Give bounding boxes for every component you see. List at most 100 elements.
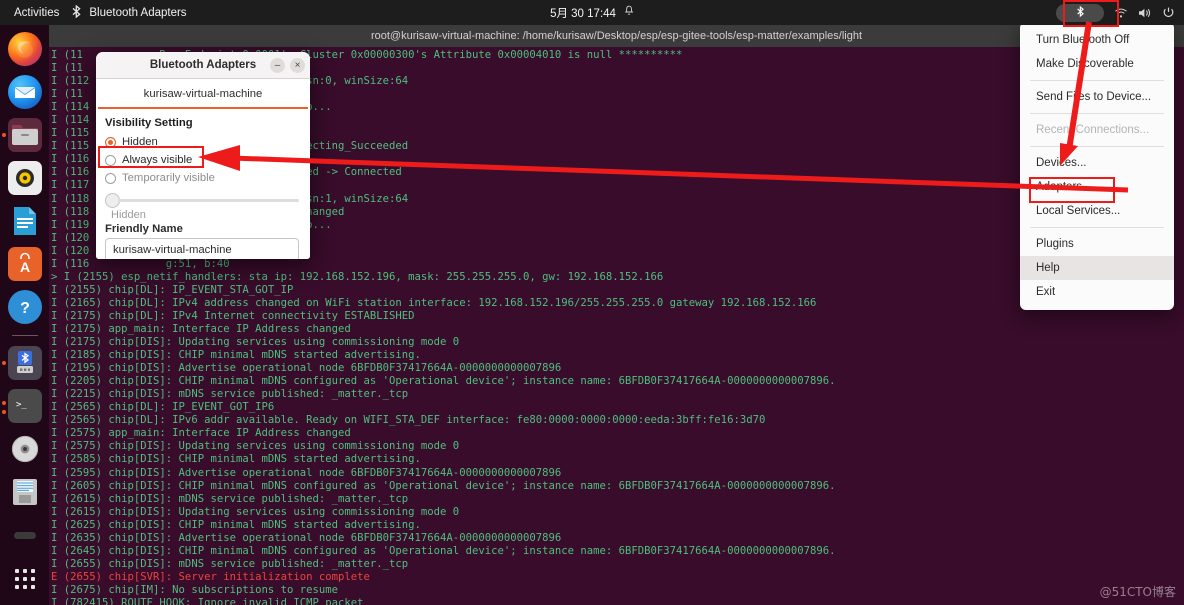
menu-item-send-files-to-device[interactable]: Send Files to Device...	[1020, 85, 1174, 109]
friendly-name-input[interactable]: kurisaw-virtual-machine	[105, 238, 299, 259]
show-applications-button[interactable]	[5, 563, 45, 596]
visibility-section-title: Visibility Setting	[105, 117, 193, 129]
dock-item-firefox[interactable]	[5, 32, 45, 66]
active-app-indicator[interactable]: Bluetooth Adapters	[71, 4, 187, 21]
menu-item-turn-bluetooth-off[interactable]: Turn Bluetooth Off	[1020, 28, 1174, 52]
watermark: @51CTO博客	[1099, 585, 1176, 599]
clock-button[interactable]: 5月 30 17:44	[550, 5, 634, 21]
power-icon[interactable]	[1161, 5, 1176, 20]
running-indicator	[1, 360, 6, 365]
active-app-label: Bluetooth Adapters	[89, 6, 187, 19]
terminal-line: I (2175) chip[DL]: IPv4 Internet connect…	[51, 309, 415, 322]
bell-icon	[624, 5, 634, 20]
radio-temporarily-visible[interactable]: Temporarily visible	[105, 169, 299, 187]
terminal-line: I (2185) chip[DIS]: CHIP minimal mDNS st…	[51, 349, 421, 362]
dialog-body: kurisaw-virtual-machine Visibility Setti…	[96, 79, 310, 259]
menu-separator	[1030, 80, 1164, 81]
files-icon	[7, 118, 42, 152]
radio-temporarily-visible-label: Temporarily visible	[122, 172, 215, 184]
dock-item-ubuntu-software[interactable]: A	[5, 247, 45, 281]
running-indicator	[1, 409, 6, 414]
radio-indicator-icon	[105, 172, 116, 184]
adapter-tab[interactable]: kurisaw-virtual-machine	[96, 79, 310, 107]
terminal-line: I (2615) chip[DIS]: Updating services us…	[51, 505, 460, 518]
radio-always-visible[interactable]: Always visible	[105, 151, 299, 169]
menu-item-recent-connections: Recent Connections...	[1036, 124, 1150, 136]
tray-bluetooth-indicator[interactable]	[1056, 3, 1104, 22]
terminal-line: I (2565) chip[DL]: IPv6 addr available. …	[51, 414, 766, 427]
terminal-line: I (2675) chip[IM]: No subscriptions to r…	[51, 583, 339, 596]
dock-item-blueman[interactable]	[1, 345, 45, 380]
terminal-title-label: root@kurisaw-virtual-machine: /home/kuri…	[370, 30, 863, 42]
bluetooth-adapters-dialog[interactable]: Bluetooth Adapters – × kurisaw-virtual-m…	[96, 52, 310, 259]
terminal-line: > I (2155) esp_netif_handlers: sta ip: 1…	[51, 270, 664, 283]
dock-item-files[interactable]	[1, 118, 45, 152]
visibility-timeout-slider[interactable]	[105, 193, 299, 208]
network-wifi-icon[interactable]	[1113, 5, 1128, 20]
terminal-line: I (2625) chip[DIS]: CHIP minimal mDNS st…	[51, 518, 421, 531]
trash-icon	[8, 518, 42, 552]
dock-item-trash[interactable]	[5, 518, 45, 552]
dialog-title-bar: Bluetooth Adapters – ×	[96, 52, 310, 79]
thunderbird-icon	[7, 75, 42, 109]
terminal-line: I (2175) chip[DIS]: Updating services us…	[51, 336, 460, 349]
dock-item-help[interactable]: ?	[5, 290, 45, 324]
terminal-line: I (2605) chip[DIS]: CHIP minimal mDNS co…	[51, 479, 836, 492]
system-tray	[1056, 3, 1176, 22]
terminal-line: I (2595) chip[DIS]: Advertise operationa…	[51, 466, 562, 479]
terminal-icon: >_	[7, 388, 42, 423]
radio-hidden-label: Hidden	[122, 136, 158, 148]
dock-item-terminal[interactable]: >_	[1, 388, 45, 423]
terminal-line: I (2575) chip[DIS]: Updating services us…	[51, 440, 460, 453]
ubuntu-software-icon: A	[7, 247, 42, 281]
radio-indicator-icon	[105, 136, 116, 148]
terminal-line: I (2565) chip[DL]: IP_EVENT_GOT_IP6	[51, 401, 275, 414]
slider-value-label: Hidden	[111, 209, 146, 221]
bluetooth-icon	[71, 4, 82, 21]
running-indicator	[1, 400, 6, 405]
radio-hidden[interactable]: Hidden	[105, 133, 299, 151]
volume-icon[interactable]	[1137, 5, 1152, 20]
slider-track	[118, 199, 299, 202]
libreoffice-writer-icon	[8, 204, 42, 238]
menu-item-devices[interactable]: Devices...	[1020, 151, 1174, 175]
svg-text:?: ?	[20, 300, 30, 317]
svg-text:A: A	[19, 259, 29, 275]
terminal-line: E (2655) chip[SVR]: Server initializatio…	[51, 570, 370, 583]
rhythmbox-icon	[7, 161, 42, 195]
terminal-line: I (782415) ROUTE_HOOK: Ignore invalid IC…	[51, 596, 364, 605]
activities-button[interactable]: Activities	[0, 7, 71, 19]
radio-always-visible-label: Always visible	[122, 154, 193, 166]
bluetooth-tray-menu[interactable]: Turn Bluetooth Off Make Discoverable Sen…	[1020, 22, 1174, 310]
bluetooth-icon	[1076, 5, 1085, 21]
terminal-line: I (2205) chip[DIS]: CHIP minimal mDNS co…	[51, 375, 836, 388]
terminal-line: I (2215) chip[DIS]: mDNS service publish…	[51, 388, 409, 401]
terminal-line: I (116 g:51, b:40	[51, 257, 230, 270]
menu-item-help[interactable]: Help	[1020, 256, 1174, 280]
close-button[interactable]: ×	[290, 57, 305, 73]
menu-separator	[1030, 146, 1164, 147]
terminal-line: I (2645) chip[DIS]: CHIP minimal mDNS co…	[51, 544, 836, 557]
running-indicator	[1, 133, 6, 137]
menu-item-plugins[interactable]: Plugins	[1020, 232, 1174, 256]
menu-item-exit[interactable]: Exit	[1020, 280, 1174, 304]
dock: A ? >_	[0, 25, 49, 605]
help-icon: ?	[7, 290, 42, 324]
clock-label: 5月 30 17:44	[550, 7, 616, 20]
terminal-line: I (2175) app_main: Interface IP Address …	[51, 322, 351, 335]
dock-item-libreoffice-writer[interactable]	[5, 204, 45, 238]
dock-item-thunderbird[interactable]	[5, 75, 45, 109]
dock-item-save-disk[interactable]	[5, 475, 45, 509]
dialog-title: Bluetooth Adapters	[149, 59, 257, 71]
menu-separator	[1030, 113, 1164, 114]
minimize-button[interactable]: –	[270, 57, 285, 73]
dock-separator	[11, 335, 38, 336]
app-grid-icon	[14, 569, 35, 590]
terminal-line: I (2165) chip[DL]: IPv4 address changed …	[51, 296, 817, 309]
dock-item-rhythmbox[interactable]	[5, 161, 45, 195]
dock-item-disc[interactable]	[5, 432, 45, 466]
menu-item-make-discoverable[interactable]: Make Discoverable	[1020, 52, 1174, 76]
terminal-line: I (2155) chip[DL]: IP_EVENT_STA_GOT_IP	[51, 283, 294, 296]
menu-item-local-services[interactable]: Local Services...	[1020, 199, 1174, 223]
menu-item-adapters[interactable]: Adapters...	[1020, 175, 1174, 199]
